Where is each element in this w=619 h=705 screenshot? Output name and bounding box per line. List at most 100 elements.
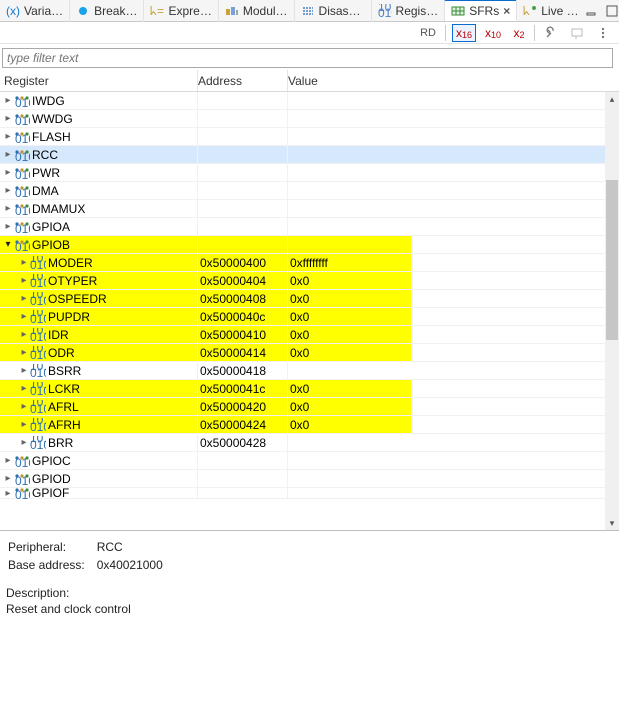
row-address (198, 452, 288, 469)
chevron-right-icon[interactable]: ▸ (2, 473, 14, 484)
scroll-thumb[interactable] (606, 180, 618, 340)
chevron-right-icon[interactable]: ▸ (2, 149, 14, 160)
column-header-address[interactable]: Address (198, 70, 288, 91)
peripheral-row[interactable]: ▸0101DMAMUX (0, 200, 619, 218)
peripheral-row[interactable]: ▸0101PWR (0, 164, 619, 182)
register-row[interactable]: ▸10100101AFRH0x500004240x0 (0, 416, 619, 434)
row-label: MODER (48, 256, 93, 270)
tab-breakpoints[interactable]: Break… (69, 0, 143, 22)
chevron-right-icon[interactable]: ▸ (18, 365, 30, 376)
row-value: 0x0 (288, 326, 412, 343)
peripheral-icon: 0101 (14, 472, 30, 486)
chevron-right-icon[interactable]: ▸ (2, 95, 14, 106)
tab-registers[interactable]: 10100101 Regis… (371, 0, 445, 22)
scroll-track[interactable] (605, 106, 619, 516)
chevron-right-icon[interactable]: ▸ (18, 347, 30, 358)
row-label: DMAMUX (32, 202, 85, 216)
chevron-right-icon[interactable]: ▸ (18, 293, 30, 304)
row-label: IDR (48, 328, 69, 342)
scroll-down-icon[interactable]: ▾ (605, 516, 619, 530)
chevron-right-icon[interactable]: ▸ (18, 401, 30, 412)
column-header-value[interactable]: Value (288, 70, 619, 91)
register-row[interactable]: ▸10100101BSRR0x50000418 (0, 362, 619, 380)
chevron-right-icon[interactable]: ▸ (2, 488, 14, 499)
tab-bar: (x)= Varia… Break… ᖾ= Expre… Modul… Disa… (0, 0, 619, 22)
tab-disassembly[interactable]: Disass… (294, 0, 371, 22)
chevron-right-icon[interactable]: ▸ (2, 185, 14, 196)
chevron-right-icon[interactable]: ▸ (18, 311, 30, 322)
row-value (288, 92, 619, 109)
disassembly-icon (301, 4, 315, 18)
register-row[interactable]: ▸10100101LCKR0x5000041c0x0 (0, 380, 619, 398)
tab-expressions[interactable]: ᖾ= Expre… (143, 0, 217, 22)
register-row[interactable]: ▸10100101ODR0x500004140x0 (0, 344, 619, 362)
register-row[interactable]: ▸10100101AFRL0x500004200x0 (0, 398, 619, 416)
register-row[interactable]: ▸10100101OSPEEDR0x500004080x0 (0, 290, 619, 308)
radix-2-button[interactable]: x2 (510, 24, 528, 42)
chevron-right-icon[interactable]: ▸ (18, 383, 30, 394)
peripheral-row[interactable]: ▸0101GPIOF (0, 488, 619, 499)
row-address (198, 470, 288, 487)
svg-text:0101: 0101 (15, 114, 30, 126)
chevron-right-icon[interactable]: ▸ (18, 275, 30, 286)
peripheral-row[interactable]: ▸0101FLASH (0, 128, 619, 146)
vertical-scrollbar[interactable]: ▴ ▾ (605, 92, 619, 530)
radix-16-button[interactable]: x16 (452, 24, 476, 42)
close-icon[interactable]: × (503, 4, 510, 18)
view-menu-icon[interactable] (593, 24, 613, 42)
row-label: GPIOA (32, 220, 70, 234)
maximize-icon[interactable] (605, 4, 619, 18)
row-label: OTYPER (48, 274, 97, 288)
filter-input[interactable] (2, 48, 613, 68)
pin-icon[interactable] (567, 24, 587, 42)
register-row[interactable]: ▸10100101IDR0x500004100x0 (0, 326, 619, 344)
row-value (288, 236, 412, 253)
row-value (288, 218, 619, 235)
chevron-right-icon[interactable]: ▸ (2, 455, 14, 466)
peripheral-row[interactable]: ▸0101DMA (0, 182, 619, 200)
tab-modules[interactable]: Modul… (218, 0, 294, 22)
register-row[interactable]: ▸10100101MODER0x500004000xffffffff (0, 254, 619, 272)
chevron-right-icon[interactable]: ▸ (18, 329, 30, 340)
tab-variables[interactable]: (x)= Varia… (0, 0, 69, 22)
radix-10-button[interactable]: x10 (482, 24, 504, 42)
modules-icon (225, 4, 239, 18)
chevron-right-icon[interactable]: ▸ (2, 221, 14, 232)
tab-label: SFRs (469, 4, 499, 18)
peripheral-row[interactable]: ▸0101GPIOC (0, 452, 619, 470)
row-label: RCC (32, 148, 58, 162)
chevron-down-icon[interactable]: ▾ (2, 239, 14, 250)
sfrs-icon (451, 4, 465, 18)
tab-live[interactable]: ᖾ Live … (516, 0, 584, 22)
chevron-right-icon[interactable]: ▸ (2, 203, 14, 214)
register-tree[interactable]: ▸0101IWDG▸0101WWDG▸0101FLASH▸0101RCC▸010… (0, 92, 619, 530)
row-value (288, 128, 619, 145)
peripheral-row[interactable]: ▸0101GPIOD (0, 470, 619, 488)
peripheral-row[interactable]: ▸0101IWDG (0, 92, 619, 110)
column-header-register[interactable]: Register (0, 70, 198, 91)
row-address (198, 146, 288, 163)
chevron-right-icon[interactable]: ▸ (18, 419, 30, 430)
chevron-right-icon[interactable]: ▸ (2, 167, 14, 178)
chevron-right-icon[interactable]: ▸ (2, 113, 14, 124)
peripheral-row[interactable]: ▸0101WWDG (0, 110, 619, 128)
svg-text:0101: 0101 (15, 168, 30, 180)
scroll-up-icon[interactable]: ▴ (605, 92, 619, 106)
register-row[interactable]: ▸10100101BRR0x50000428 (0, 434, 619, 452)
chevron-right-icon[interactable]: ▸ (2, 131, 14, 142)
tab-sfrs[interactable]: SFRs × (444, 0, 516, 21)
chevron-right-icon[interactable]: ▸ (18, 437, 30, 448)
tab-label: Modul… (243, 4, 288, 18)
minimize-icon[interactable] (585, 4, 599, 18)
row-address (198, 110, 288, 127)
read-button[interactable]: RD (417, 24, 439, 42)
register-row[interactable]: ▸10100101PUPDR0x5000040c0x0 (0, 308, 619, 326)
peripheral-row[interactable]: ▸0101GPIOA (0, 218, 619, 236)
peripheral-row[interactable]: ▸0101RCC (0, 146, 619, 164)
chevron-right-icon[interactable]: ▸ (18, 257, 30, 268)
peripheral-row[interactable]: ▾0101GPIOB (0, 236, 619, 254)
svg-text:0101: 0101 (15, 474, 30, 486)
tools-icon[interactable] (541, 24, 561, 42)
row-value: 0x0 (288, 272, 412, 289)
register-row[interactable]: ▸10100101OTYPER0x500004040x0 (0, 272, 619, 290)
